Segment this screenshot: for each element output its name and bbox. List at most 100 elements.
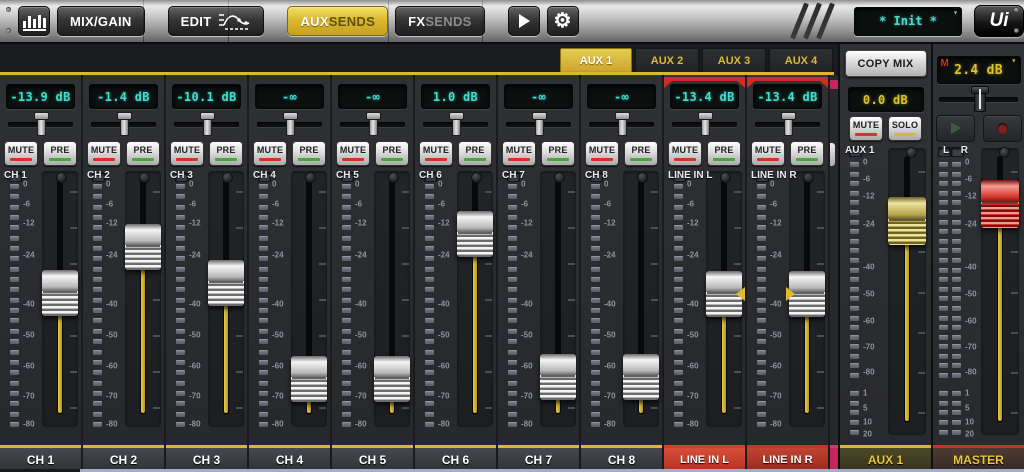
channel-name[interactable]: CH 2 bbox=[83, 445, 164, 472]
send-fader[interactable] bbox=[623, 171, 659, 427]
preset-display[interactable]: * Init * ▾ bbox=[854, 7, 962, 36]
aux-master-fader[interactable] bbox=[888, 148, 926, 435]
settings-button[interactable]: ⚙ bbox=[547, 6, 579, 36]
mute-button[interactable]: MUTE bbox=[585, 141, 619, 166]
pan-slider[interactable] bbox=[664, 109, 745, 137]
meter-segment bbox=[939, 325, 948, 330]
pan-slider[interactable] bbox=[166, 109, 247, 137]
mute-button[interactable]: MUTE bbox=[4, 141, 38, 166]
channel-name[interactable]: LINE IN R bbox=[747, 445, 828, 472]
pan-slider[interactable] bbox=[83, 109, 164, 137]
pan-thumb[interactable] bbox=[784, 112, 793, 136]
aux-sends-button[interactable]: AUXSENDS bbox=[287, 6, 388, 36]
pan-thumb[interactable] bbox=[37, 112, 46, 136]
balance-thumb[interactable] bbox=[974, 86, 986, 112]
fader-handle[interactable] bbox=[291, 356, 327, 402]
pre-button[interactable]: PRE bbox=[209, 141, 243, 166]
fader-handle[interactable] bbox=[42, 270, 78, 316]
mute-button[interactable]: MUTE bbox=[336, 141, 370, 166]
send-fader[interactable] bbox=[374, 171, 410, 427]
mute-button[interactable]: MUTE bbox=[253, 141, 287, 166]
channel-name[interactable]: CH 7 bbox=[498, 445, 579, 472]
pre-button[interactable]: PRE bbox=[707, 141, 741, 166]
pan-thumb[interactable] bbox=[452, 112, 461, 136]
pan-slider[interactable] bbox=[747, 109, 828, 137]
pre-button[interactable]: PRE bbox=[790, 141, 824, 166]
balance-slider[interactable] bbox=[933, 84, 1024, 112]
fader-handle[interactable] bbox=[888, 197, 926, 245]
channel-name[interactable]: CH 5 bbox=[332, 445, 413, 472]
mix-gain-button[interactable]: MIX/GAIN bbox=[57, 6, 145, 36]
fader-handle[interactable] bbox=[623, 354, 659, 400]
pre-button[interactable]: PRE bbox=[292, 141, 326, 166]
pan-thumb[interactable] bbox=[120, 112, 129, 136]
send-level-display: -∞ bbox=[338, 84, 407, 109]
play-button[interactable] bbox=[936, 115, 975, 142]
meter-segment bbox=[10, 298, 19, 303]
mute-button[interactable]: MUTE bbox=[668, 141, 702, 166]
pre-button[interactable]: PRE bbox=[624, 141, 658, 166]
pan-slider[interactable] bbox=[581, 109, 662, 137]
pan-thumb[interactable] bbox=[618, 112, 627, 136]
edit-button[interactable]: EDIT bbox=[168, 6, 265, 36]
scale-label: -60 bbox=[604, 362, 616, 371]
pan-thumb[interactable] bbox=[203, 112, 212, 136]
mute-button[interactable]: MUTE bbox=[751, 141, 785, 166]
pan-slider[interactable] bbox=[332, 109, 413, 137]
pan-thumb[interactable] bbox=[535, 112, 544, 136]
channel-name[interactable]: CH 8 bbox=[581, 445, 662, 472]
pre-button[interactable]: PRE bbox=[458, 141, 492, 166]
send-fader[interactable] bbox=[540, 171, 576, 427]
pre-button[interactable]: PRE bbox=[43, 141, 77, 166]
pan-slider[interactable] bbox=[0, 109, 81, 137]
tab-aux1[interactable]: AUX 1 bbox=[560, 48, 632, 72]
player-button[interactable] bbox=[508, 6, 540, 36]
pan-slider[interactable] bbox=[415, 109, 496, 137]
pan-thumb[interactable] bbox=[701, 112, 710, 136]
send-fader[interactable] bbox=[706, 171, 742, 427]
channel-name[interactable]: CH 6 bbox=[415, 445, 496, 472]
fader-handle[interactable] bbox=[374, 356, 410, 402]
pan-slider[interactable] bbox=[249, 109, 330, 137]
meters-button[interactable] bbox=[18, 6, 50, 36]
pre-button[interactable]: PRE bbox=[126, 141, 160, 166]
copy-mix-button[interactable]: COPY MIX bbox=[845, 50, 927, 77]
meter-segment bbox=[939, 248, 948, 253]
mute-button[interactable]: MUTE bbox=[849, 116, 883, 141]
pan-thumb[interactable] bbox=[369, 112, 378, 136]
mute-button[interactable]: MUTE bbox=[87, 141, 121, 166]
tab-aux4[interactable]: AUX 4 bbox=[769, 48, 833, 72]
send-fader[interactable] bbox=[125, 171, 161, 427]
fader-handle[interactable] bbox=[540, 354, 576, 400]
mute-button[interactable]: MUTE bbox=[502, 141, 536, 166]
pan-thumb[interactable] bbox=[286, 112, 295, 136]
solo-button[interactable]: SOLO bbox=[888, 116, 922, 141]
pre-button[interactable]: PRE bbox=[375, 141, 409, 166]
meter-segment bbox=[10, 287, 19, 292]
fader-handle[interactable] bbox=[981, 180, 1019, 228]
pre-button[interactable]: PRE bbox=[541, 141, 575, 166]
channel-name[interactable]: CH 1 bbox=[0, 445, 81, 472]
aux-master-name[interactable]: AUX 1 bbox=[840, 445, 931, 472]
record-button[interactable] bbox=[983, 115, 1022, 142]
master-name[interactable]: MASTER bbox=[933, 445, 1024, 472]
send-fader[interactable] bbox=[208, 171, 244, 427]
tab-aux2[interactable]: AUX 2 bbox=[635, 48, 699, 72]
mute-button[interactable]: MUTE bbox=[170, 141, 204, 166]
fader-handle[interactable] bbox=[125, 224, 161, 270]
pan-slider[interactable] bbox=[498, 109, 579, 137]
send-fader[interactable] bbox=[291, 171, 327, 427]
send-fader[interactable] bbox=[457, 171, 493, 427]
meter-segment bbox=[850, 200, 859, 205]
fader-handle[interactable] bbox=[208, 260, 244, 306]
tab-aux3[interactable]: AUX 3 bbox=[702, 48, 766, 72]
master-fader[interactable] bbox=[981, 148, 1019, 435]
mute-button[interactable]: MUTE bbox=[419, 141, 453, 166]
channel-name[interactable]: CH 4 bbox=[249, 445, 330, 472]
fx-sends-button[interactable]: FXSENDS bbox=[395, 6, 485, 36]
channel-name[interactable]: CH 3 bbox=[166, 445, 247, 472]
send-fader[interactable] bbox=[789, 171, 825, 427]
fader-handle[interactable] bbox=[457, 211, 493, 257]
channel-name[interactable]: LINE IN L bbox=[664, 445, 745, 472]
send-fader[interactable] bbox=[42, 171, 78, 427]
